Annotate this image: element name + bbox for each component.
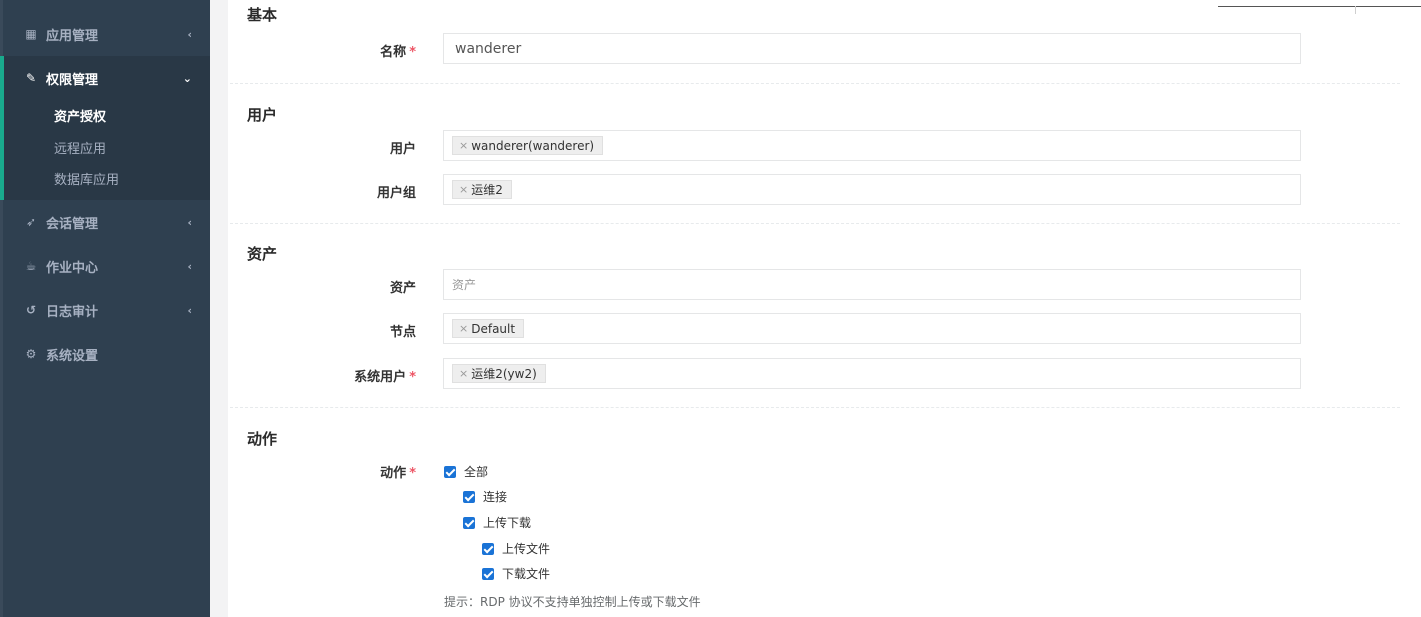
gears-icon: ⚙ xyxy=(25,347,37,361)
sidebar-item-label: 应用管理 xyxy=(46,28,99,44)
app-root: ▦ 应用管理 ‹ ✎ 权限管理 ⌄ 资产授权 远程应用 数据库应用 ➶ 会话管理… xyxy=(0,0,1421,617)
sidebar-item-log-audit[interactable]: ↺ 日志审计 ‹ xyxy=(0,288,210,332)
required-mark: * xyxy=(409,370,416,385)
sidebar-item-job-center[interactable]: ☕ 作业中心 ‹ xyxy=(0,244,210,288)
name-input[interactable]: wanderer xyxy=(443,33,1301,64)
sidebar-item-app-management[interactable]: ▦ 应用管理 ‹ xyxy=(0,12,210,56)
sidebar-item-label: 作业中心 xyxy=(46,260,99,276)
history-icon: ↺ xyxy=(25,303,37,317)
checkbox-checked-icon[interactable] xyxy=(482,542,494,555)
system-user-tag: × 运维2(yw2) xyxy=(452,364,546,383)
user-tag: × wanderer(wanderer) xyxy=(452,136,604,155)
chevron-left-icon: ‹ xyxy=(187,215,192,229)
system-users-label-text: 系统用户 xyxy=(354,370,407,385)
action-option-label: 上传下载 xyxy=(483,516,532,530)
content-gutter xyxy=(210,0,228,617)
action-option-connect[interactable]: 连接 xyxy=(463,488,507,505)
main-content xyxy=(210,0,1421,617)
system-users-select[interactable]: × 运维2(yw2) xyxy=(443,358,1301,389)
sidebar-item-label: 日志审计 xyxy=(46,304,99,320)
action-option-download-file[interactable]: 下载文件 xyxy=(482,565,550,582)
required-mark: * xyxy=(409,466,416,481)
users-select[interactable]: × wanderer(wanderer) xyxy=(443,130,1301,161)
action-option-upload-download[interactable]: 上传下载 xyxy=(463,514,531,531)
chevron-left-icon: ‹ xyxy=(187,303,192,317)
checkbox-checked-icon[interactable] xyxy=(463,516,475,529)
chevron-down-icon: ⌄ xyxy=(182,71,192,85)
users-label: 用户 xyxy=(389,142,416,157)
rdp-hint-text: 提示：RDP 协议不支持单独控制上传或下载文件 xyxy=(444,595,701,609)
sidebar-item-label: 系统设置 xyxy=(46,348,99,364)
sidebar-item-session-management[interactable]: ➶ 会话管理 ‹ xyxy=(0,200,210,244)
remove-tag-icon[interactable]: × xyxy=(459,367,468,380)
user-group-tag-label: 运维2 xyxy=(471,183,503,197)
required-mark: * xyxy=(409,45,416,60)
sidebar-item-system-settings[interactable]: ⚙ 系统设置 xyxy=(0,332,210,376)
node-tag: × Default xyxy=(452,319,525,338)
assets-placeholder: 资产 xyxy=(452,278,477,292)
name-label: 名称 * xyxy=(256,41,416,60)
action-option-label: 下载文件 xyxy=(502,567,551,581)
checkbox-checked-icon[interactable] xyxy=(482,567,494,580)
edit-icon: ✎ xyxy=(25,71,37,85)
section-title-user: 用户 xyxy=(247,106,278,124)
action-option-upload-file[interactable]: 上传文件 xyxy=(482,540,550,557)
system-user-tag-label: 运维2(yw2) xyxy=(471,367,537,381)
user-tag-label: wanderer(wanderer) xyxy=(471,138,595,153)
section-title-asset: 资产 xyxy=(247,245,278,263)
checkbox-checked-icon[interactable] xyxy=(444,465,456,478)
node-tag-label: Default xyxy=(471,321,516,336)
action-option-all[interactable]: 全部 xyxy=(444,463,488,480)
sidebar-item-label: 会话管理 xyxy=(46,216,99,232)
remove-tag-icon[interactable]: × xyxy=(459,183,468,196)
action-option-label: 连接 xyxy=(483,490,508,504)
user-groups-select[interactable]: × 运维2 xyxy=(443,174,1301,205)
sidebar-subitem-remote-app[interactable]: 远程应用 xyxy=(54,138,106,157)
chevron-left-icon: ‹ xyxy=(187,27,192,41)
sidebar: ▦ 应用管理 ‹ ✎ 权限管理 ⌄ 资产授权 远程应用 数据库应用 ➶ 会话管理… xyxy=(0,0,210,617)
sidebar-subitem-asset-permission[interactable]: 资产授权 xyxy=(54,106,106,125)
section-divider xyxy=(230,83,1400,84)
user-group-tag: × 运维2 xyxy=(452,180,512,199)
section-divider xyxy=(230,223,1400,224)
coffee-icon: ☕ xyxy=(25,259,37,273)
section-title-action: 动作 xyxy=(247,430,278,448)
action-option-label: 全部 xyxy=(464,465,489,479)
user-groups-label: 用户组 xyxy=(376,186,416,201)
name-label-text: 名称 xyxy=(380,45,407,60)
rocket-icon: ➶ xyxy=(25,215,37,229)
top-border-tick xyxy=(1355,6,1356,14)
section-title-basic: 基本 xyxy=(247,6,278,24)
section-divider xyxy=(230,407,1400,408)
sidebar-subitem-database-app[interactable]: 数据库应用 xyxy=(54,169,119,188)
action-option-label: 上传文件 xyxy=(502,542,551,556)
grid-icon: ▦ xyxy=(25,27,37,41)
actions-label-text: 动作 xyxy=(380,466,407,481)
assets-label: 资产 xyxy=(389,281,416,296)
assets-select[interactable]: 资产 xyxy=(443,269,1301,300)
actions-label: 动作 * xyxy=(256,462,416,481)
sidebar-item-permission-management[interactable]: ✎ 权限管理 ⌄ xyxy=(0,56,210,100)
sidebar-item-label: 权限管理 xyxy=(46,72,99,88)
system-users-label: 系统用户 * xyxy=(256,366,416,385)
remove-tag-icon[interactable]: × xyxy=(459,139,468,152)
nodes-select[interactable]: × Default xyxy=(443,313,1301,344)
chevron-left-icon: ‹ xyxy=(187,259,192,273)
nodes-label: 节点 xyxy=(389,325,416,340)
remove-tag-icon[interactable]: × xyxy=(459,322,468,335)
top-border-line xyxy=(1218,6,1421,7)
name-input-value: wanderer xyxy=(455,40,522,57)
checkbox-checked-icon[interactable] xyxy=(463,490,475,503)
